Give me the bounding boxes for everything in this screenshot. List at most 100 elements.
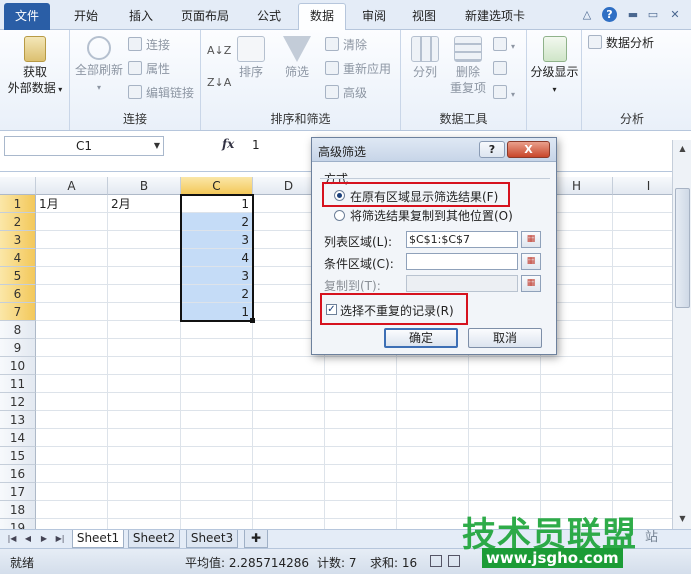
help-icon[interactable]: ? xyxy=(602,7,617,22)
consolidate-button[interactable] xyxy=(493,60,511,78)
row-header[interactable]: 16 xyxy=(0,465,36,483)
cell[interactable] xyxy=(253,483,325,501)
cell[interactable] xyxy=(613,483,672,501)
cell[interactable] xyxy=(108,357,181,375)
scroll-up-icon[interactable]: ▲ xyxy=(675,142,690,156)
tab-home[interactable]: 开始 xyxy=(62,4,110,30)
cell[interactable] xyxy=(469,411,541,429)
insert-sheet-icon[interactable]: ✚ xyxy=(244,530,268,548)
cell[interactable] xyxy=(325,501,397,519)
sheet-tab-sheet3[interactable]: Sheet3 xyxy=(186,530,238,548)
cell[interactable] xyxy=(181,411,253,429)
row-header[interactable]: 1 xyxy=(0,195,36,213)
tab-page-layout[interactable]: 页面布局 xyxy=(172,4,238,30)
sheet-tab-sheet2[interactable]: Sheet2 xyxy=(128,530,180,548)
cell[interactable] xyxy=(181,393,253,411)
cell[interactable] xyxy=(541,429,613,447)
page-layout-view-icon[interactable] xyxy=(448,555,460,567)
cell[interactable] xyxy=(541,447,613,465)
cell[interactable] xyxy=(36,375,108,393)
cell[interactable] xyxy=(325,357,397,375)
name-box-dropdown-icon[interactable]: ▼ xyxy=(150,136,164,156)
scroll-thumb[interactable] xyxy=(675,188,690,308)
row-header[interactable]: 3 xyxy=(0,231,36,249)
cell[interactable] xyxy=(108,231,181,249)
row-header[interactable]: 7 xyxy=(0,303,36,321)
cell[interactable] xyxy=(36,411,108,429)
cell[interactable]: 1月 xyxy=(36,195,108,213)
clear-button[interactable]: 清除 xyxy=(325,36,367,54)
cell[interactable] xyxy=(181,429,253,447)
cell[interactable] xyxy=(325,465,397,483)
cell[interactable] xyxy=(181,357,253,375)
cell[interactable] xyxy=(613,465,672,483)
dialog-close-button[interactable]: X xyxy=(507,141,550,158)
row-header[interactable]: 4 xyxy=(0,249,36,267)
column-header[interactable]: A xyxy=(36,177,108,195)
cell[interactable] xyxy=(469,375,541,393)
cell[interactable] xyxy=(253,501,325,519)
cell[interactable] xyxy=(613,393,672,411)
cell[interactable] xyxy=(469,393,541,411)
cell[interactable] xyxy=(613,429,672,447)
scroll-down-icon[interactable]: ▼ xyxy=(675,512,690,526)
tab-data[interactable]: 数据 xyxy=(298,3,346,30)
column-header[interactable]: I xyxy=(613,177,672,195)
prev-sheet-icon[interactable]: ◀ xyxy=(22,532,34,546)
refresh-all-button[interactable]: 全部刷新 ▾ xyxy=(74,36,124,96)
cell[interactable] xyxy=(36,465,108,483)
cell[interactable] xyxy=(613,267,672,285)
cell[interactable] xyxy=(541,357,613,375)
first-sheet-icon[interactable]: |◀ xyxy=(6,532,18,546)
criteria-range-input[interactable] xyxy=(406,253,518,270)
cell[interactable] xyxy=(469,357,541,375)
row-header[interactable]: 5 xyxy=(0,267,36,285)
cell[interactable] xyxy=(108,501,181,519)
cell[interactable] xyxy=(181,519,253,529)
cell[interactable]: 3 xyxy=(181,267,253,285)
remove-duplicates-button[interactable]: 删除 重复项 xyxy=(447,36,489,96)
cell[interactable] xyxy=(613,411,672,429)
column-header[interactable]: B xyxy=(108,177,181,195)
cell[interactable] xyxy=(397,375,469,393)
cell[interactable] xyxy=(36,321,108,339)
option-inplace-label[interactable]: 在原有区域显示筛选结果(F) xyxy=(350,188,498,205)
tab-insert[interactable]: 插入 xyxy=(117,4,165,30)
tab-file[interactable]: 文件 xyxy=(4,3,50,30)
cell[interactable] xyxy=(397,501,469,519)
cell[interactable] xyxy=(253,411,325,429)
get-external-data-button[interactable]: 获取 外部数据 ▾ xyxy=(6,36,64,98)
cell[interactable] xyxy=(181,465,253,483)
cell[interactable] xyxy=(325,519,397,529)
row-header[interactable]: 6 xyxy=(0,285,36,303)
name-box[interactable]: C1 xyxy=(4,136,164,156)
option-copy-label[interactable]: 将筛选结果复制到其他位置(O) xyxy=(350,207,513,224)
cell[interactable] xyxy=(108,303,181,321)
cell[interactable] xyxy=(108,447,181,465)
edit-links-button[interactable]: 编辑链接 xyxy=(128,84,194,102)
next-sheet-icon[interactable]: ▶ xyxy=(38,532,50,546)
outline-button[interactable]: 分级显示 ▾ xyxy=(527,36,582,98)
cell[interactable] xyxy=(325,375,397,393)
cell[interactable] xyxy=(36,249,108,267)
tab-review[interactable]: 审阅 xyxy=(352,4,396,30)
criteria-range-picker-icon[interactable]: ▦ xyxy=(521,253,541,270)
cell[interactable] xyxy=(325,429,397,447)
cell[interactable] xyxy=(108,285,181,303)
cell[interactable] xyxy=(36,303,108,321)
cell[interactable] xyxy=(181,447,253,465)
dialog-help-button[interactable]: ? xyxy=(479,141,505,158)
row-header[interactable]: 12 xyxy=(0,393,36,411)
cell[interactable] xyxy=(253,519,325,529)
cell[interactable] xyxy=(36,519,108,529)
cell[interactable] xyxy=(36,357,108,375)
row-header[interactable]: 17 xyxy=(0,483,36,501)
copy-to-input[interactable] xyxy=(406,275,518,292)
cell[interactable] xyxy=(108,519,181,529)
cell[interactable] xyxy=(36,267,108,285)
cell[interactable] xyxy=(36,393,108,411)
row-header[interactable]: 11 xyxy=(0,375,36,393)
list-range-picker-icon[interactable]: ▦ xyxy=(521,231,541,248)
cell[interactable] xyxy=(397,357,469,375)
tab-new[interactable]: 新建选项卡 xyxy=(455,4,535,30)
